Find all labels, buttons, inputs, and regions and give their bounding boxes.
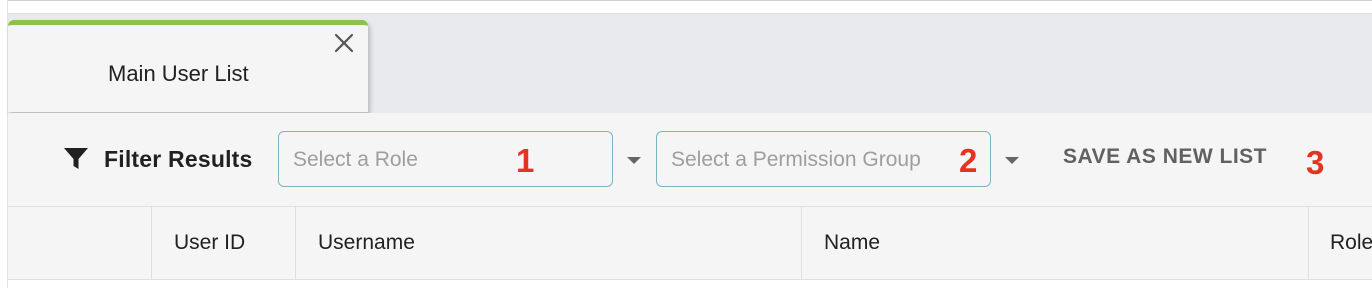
column-header-name[interactable]: Name [802, 207, 1309, 279]
window-top-border [0, 0, 1372, 1]
role-dropdown-arrow-icon[interactable] [627, 157, 641, 164]
column-header-label: User ID [174, 231, 246, 254]
table-body [8, 280, 1372, 288]
column-header-select[interactable] [8, 207, 152, 279]
column-header-label: Name [824, 231, 881, 254]
role-select[interactable]: Select a Role 1 [278, 131, 613, 187]
filter-toolbar: Filter Results Select a Role 1 Select a … [8, 113, 1372, 207]
permission-group-dropdown-arrow-icon[interactable] [1005, 157, 1019, 164]
column-header-user-id[interactable]: User ID [152, 207, 296, 279]
annotation-badge-2: 2 [959, 142, 978, 179]
annotation-badge-1: 1 [516, 142, 535, 179]
role-select-placeholder: Select a Role [293, 148, 418, 171]
tab-label: Main User List [108, 61, 249, 86]
tab-main-user-list[interactable]: Main User List [8, 20, 368, 112]
column-header-label: Username [318, 231, 415, 254]
close-icon[interactable] [332, 31, 356, 55]
annotation-badge-3: 3 [1306, 144, 1325, 181]
permission-group-select-placeholder: Select a Permission Group [671, 148, 921, 171]
table-header: User ID Username Name Role [8, 207, 1372, 280]
window-left-border [0, 0, 8, 288]
column-header-label: Role [1330, 231, 1372, 254]
column-header-username[interactable]: Username [296, 207, 802, 279]
filter-icon [64, 148, 88, 169]
column-header-role[interactable]: Role [1309, 207, 1372, 279]
save-as-new-list-button[interactable]: SAVE AS NEW LIST [1063, 145, 1267, 169]
filter-results-label: Filter Results [104, 146, 253, 172]
permission-group-select[interactable]: Select a Permission Group 2 [656, 131, 991, 187]
